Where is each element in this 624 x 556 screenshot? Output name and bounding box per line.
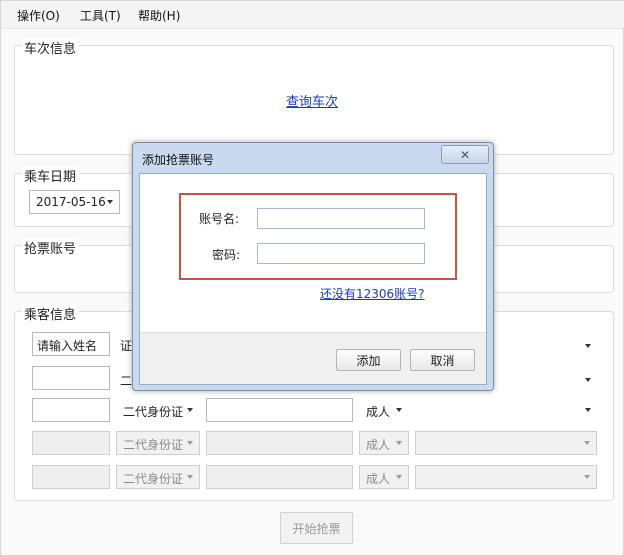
close-icon: ✕ <box>459 147 471 162</box>
passenger-name-input-2[interactable] <box>32 366 110 390</box>
account-name-input[interactable] <box>257 208 425 229</box>
passenger-name-placeholder: 请输入姓名 <box>37 339 98 353</box>
chevron-down-icon <box>396 408 402 412</box>
ticket-type-value: 成人 <box>366 472 391 486</box>
id-number-input-3[interactable] <box>206 398 353 422</box>
account-group-label: 抢票账号 <box>21 238 80 257</box>
travel-date-select[interactable]: 2017-05-16 <box>29 190 120 214</box>
chevron-down-icon[interactable] <box>585 344 591 348</box>
dialog-title: 添加抢票账号 <box>142 153 215 167</box>
chevron-down-icon <box>584 441 590 445</box>
menu-tools[interactable]: 工具(T) <box>80 7 121 24</box>
chevron-down-icon <box>396 475 402 479</box>
dialog-footer: 添加 取消 <box>140 332 486 384</box>
close-button[interactable]: ✕ <box>441 145 489 164</box>
id-type-select-4: 二代身份证 <box>116 431 200 455</box>
register-12306-link[interactable]: 还没有12306账号? <box>320 285 425 302</box>
travel-date-value: 2017-05-16 <box>36 195 106 209</box>
start-grab-button[interactable]: 开始抢票 <box>280 512 353 544</box>
chevron-down-icon[interactable] <box>585 408 591 412</box>
id-type-value: 二代身份证 <box>123 405 184 419</box>
dialog-body: 账号名: 密码: 还没有12306账号? 添加 取消 <box>139 173 487 385</box>
id-type-select-5: 二代身份证 <box>116 465 200 489</box>
query-train-link[interactable]: 查询车次 <box>286 91 338 110</box>
chevron-down-icon[interactable] <box>585 378 591 382</box>
chevron-down-icon <box>396 441 402 445</box>
passenger-name-input-3[interactable] <box>32 398 110 422</box>
id-type-partial-1: 证 <box>120 339 133 353</box>
id-type-partial-2: 二 <box>120 374 133 388</box>
passenger-name-input-5 <box>32 465 110 489</box>
passenger-name-input-1[interactable]: 请输入姓名 <box>32 332 110 356</box>
id-type-select-3[interactable]: 二代身份证 <box>116 398 200 422</box>
chevron-down-icon <box>584 475 590 479</box>
id-type-value: 二代身份证 <box>123 472 184 486</box>
chevron-down-icon <box>187 408 193 412</box>
travel-date-label: 乘车日期 <box>21 166 80 185</box>
menu-operate[interactable]: 操作(O) <box>17 7 60 24</box>
chevron-down-icon <box>187 475 193 479</box>
ticket-type-select-5: 成人 <box>359 465 409 489</box>
menu-bar: 操作(O) 工具(T) 帮助(H) <box>1 1 624 29</box>
account-name-label: 账号名: <box>199 212 240 226</box>
add-button[interactable]: 添加 <box>336 349 401 371</box>
menu-help[interactable]: 帮助(H) <box>138 7 180 24</box>
id-number-input-5 <box>206 465 353 489</box>
id-type-value: 二代身份证 <box>123 438 184 452</box>
ticket-type-select-3[interactable]: 成人 <box>359 398 409 422</box>
train-info-label: 车次信息 <box>21 38 80 57</box>
ticket-type-value: 成人 <box>366 438 391 452</box>
add-account-dialog: 添加抢票账号 ✕ 账号名: 密码: 还没有12306账号? 添加 取消 <box>132 142 494 391</box>
main-window: 操作(O) 工具(T) 帮助(H) 车次信息 查询车次 乘车日期 2017-05… <box>0 0 624 556</box>
seat-select-5 <box>415 465 597 489</box>
id-number-input-4 <box>206 431 353 455</box>
password-label: 密码: <box>212 248 241 262</box>
password-input[interactable] <box>257 243 425 264</box>
ticket-type-value: 成人 <box>366 405 391 419</box>
cancel-button[interactable]: 取消 <box>410 349 475 371</box>
ticket-type-select-4: 成人 <box>359 431 409 455</box>
passenger-group-label: 乘客信息 <box>21 304 80 323</box>
chevron-down-icon <box>187 441 193 445</box>
passenger-name-input-4 <box>32 431 110 455</box>
seat-select-4 <box>415 431 597 455</box>
chevron-down-icon <box>107 200 113 204</box>
highlight-box <box>179 193 457 280</box>
